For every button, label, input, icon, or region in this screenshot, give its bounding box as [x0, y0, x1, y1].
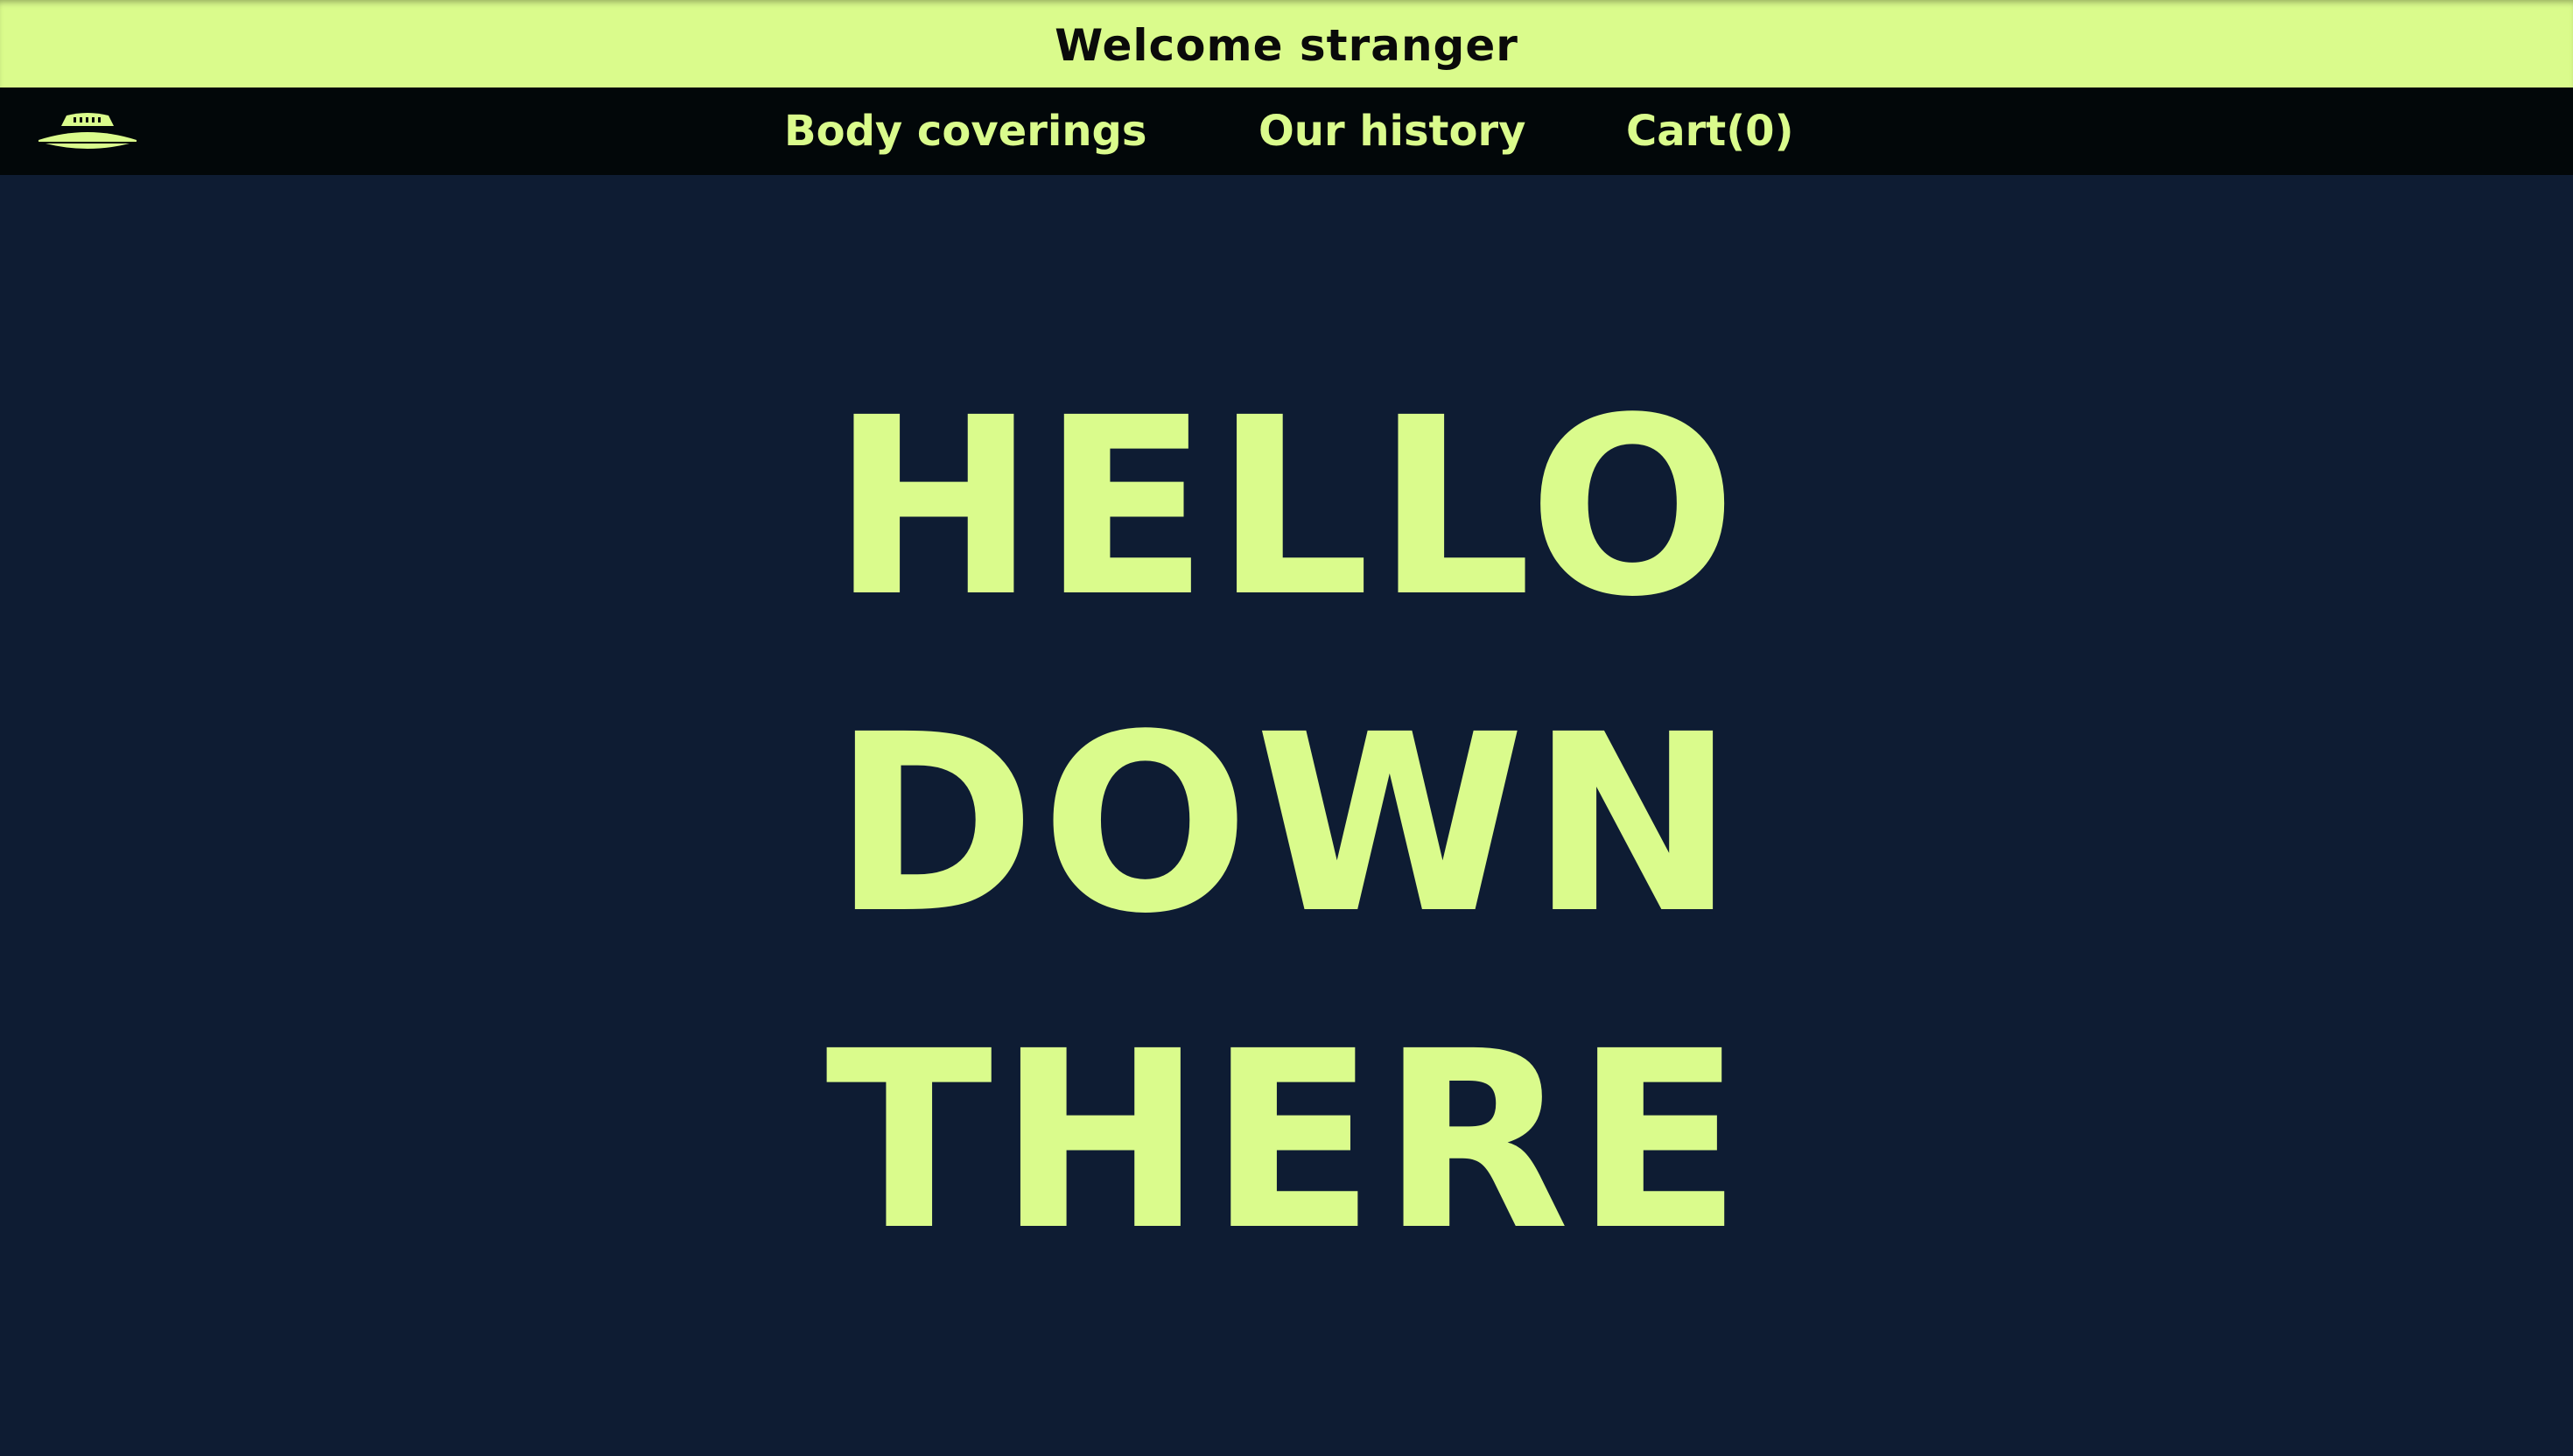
- welcome-text: Welcome stranger: [1055, 20, 1518, 71]
- welcome-banner: Welcome stranger: [0, 0, 2573, 88]
- main-navbar: Body coverings Our history Cart(0): [0, 88, 2573, 175]
- hero-heading: HELLO DOWN THERE: [0, 350, 2573, 1300]
- nav-our-history[interactable]: Our history: [1258, 88, 1525, 175]
- nav-cart[interactable]: Cart(0): [1626, 88, 1794, 175]
- hero-line-3: THERE: [825, 999, 1748, 1284]
- hero-line-1: HELLO: [831, 366, 1742, 651]
- nav-body-coverings[interactable]: Body coverings: [784, 88, 1146, 175]
- ufo-logo-icon[interactable]: [33, 110, 142, 152]
- hero-line-2: DOWN: [832, 682, 1741, 968]
